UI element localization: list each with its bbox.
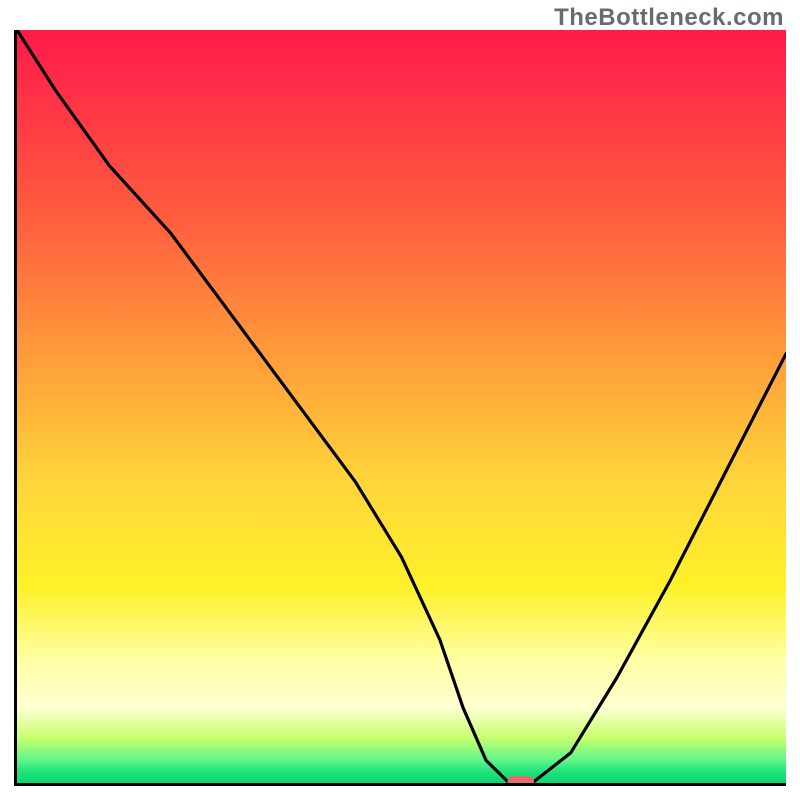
plot-area [14,30,786,786]
curve-layer [17,30,786,783]
watermark-text: TheBottleneck.com [554,4,784,32]
optimum-marker [508,777,534,783]
chart-stage: TheBottleneck.com [0,0,800,800]
bottleneck-curve-path [17,30,786,783]
